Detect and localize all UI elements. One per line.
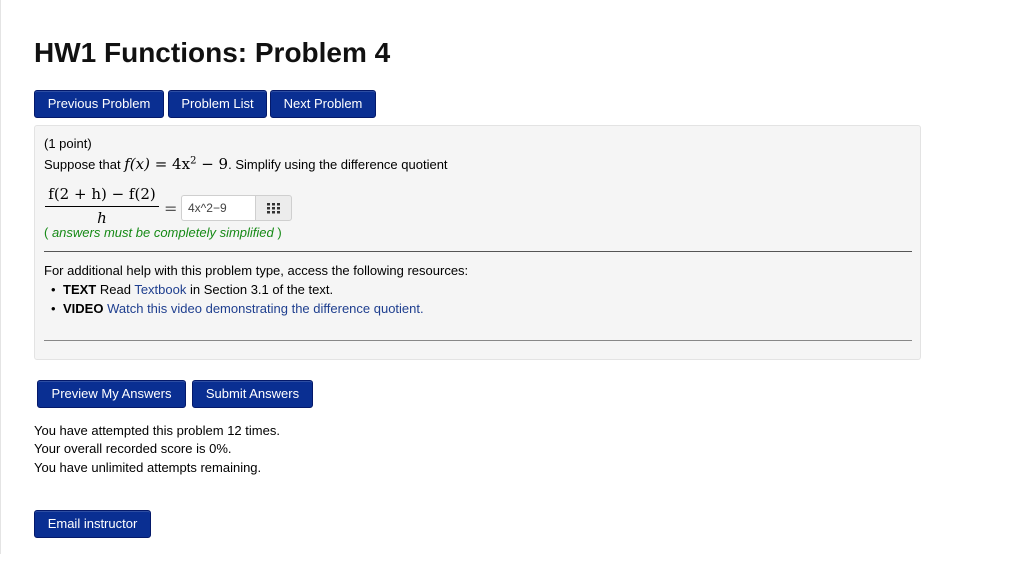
resource-verb: Read — [99, 282, 131, 297]
equals-sign: = — [164, 199, 178, 218]
grid-icon[interactable] — [255, 195, 292, 221]
problem-points: (1 point) — [44, 136, 92, 151]
resource-type: TEXT — [63, 282, 97, 297]
previous-problem-button[interactable]: Previous Problem — [34, 90, 164, 118]
function-rest: − 9 — [196, 155, 229, 173]
grid-icon-glyph — [266, 202, 280, 213]
function-lhs: f(x) — [124, 155, 150, 173]
submit-answers-button[interactable]: Submit Answers — [192, 380, 313, 408]
problem-panel: (1 point) Suppose that f(x) = 4x2 − 9. S… — [34, 125, 921, 360]
next-problem-button[interactable]: Next Problem — [270, 90, 376, 118]
resource-item: • VIDEO Watch this video demonstrating t… — [51, 301, 424, 316]
problem-list-button[interactable]: Problem List — [168, 90, 267, 118]
statement-suffix: . Simplify using the difference quotient — [228, 157, 448, 172]
remaining-status: You have unlimited attempts remaining. — [34, 460, 262, 475]
hint-text: answers must be completely simplified — [51, 225, 274, 240]
function-eq: = 4x — [149, 155, 191, 173]
page-left-border — [0, 0, 1, 554]
attempts-status: You have attempted this problem 12 times… — [34, 423, 280, 438]
resource-tail: in Section 3.1 of the text. — [190, 282, 334, 297]
help-intro: For additional help with this problem ty… — [44, 263, 469, 278]
divider — [44, 251, 912, 252]
quotient-denominator: h — [97, 209, 107, 227]
statement-prefix: Suppose that — [44, 157, 125, 172]
divider — [44, 340, 912, 341]
preview-answers-button[interactable]: Preview My Answers — [37, 380, 186, 408]
difference-quotient: f(2 + h) − f(2) h — [45, 185, 159, 227]
textbook-link[interactable]: Textbook — [134, 282, 186, 297]
answer-input[interactable]: 4x^2−9 — [181, 195, 255, 221]
score-status: Your overall recorded score is 0%. — [34, 441, 232, 456]
simplification-hint: ( answers must be completely simplified … — [44, 225, 282, 240]
email-instructor-button[interactable]: Email instructor — [34, 510, 151, 538]
page-title: HW1 Functions: Problem 4 — [34, 37, 391, 68]
video-link[interactable]: Watch this video demonstrating the diffe… — [107, 301, 424, 316]
quotient-numerator: f(2 + h) − f(2) — [45, 185, 159, 207]
problem-statement: Suppose that f(x) = 4x2 − 9. Simplify us… — [44, 155, 448, 173]
resource-item: • TEXT Read Textbook in Section 3.1 of t… — [51, 282, 334, 297]
resource-type: VIDEO — [63, 301, 104, 316]
